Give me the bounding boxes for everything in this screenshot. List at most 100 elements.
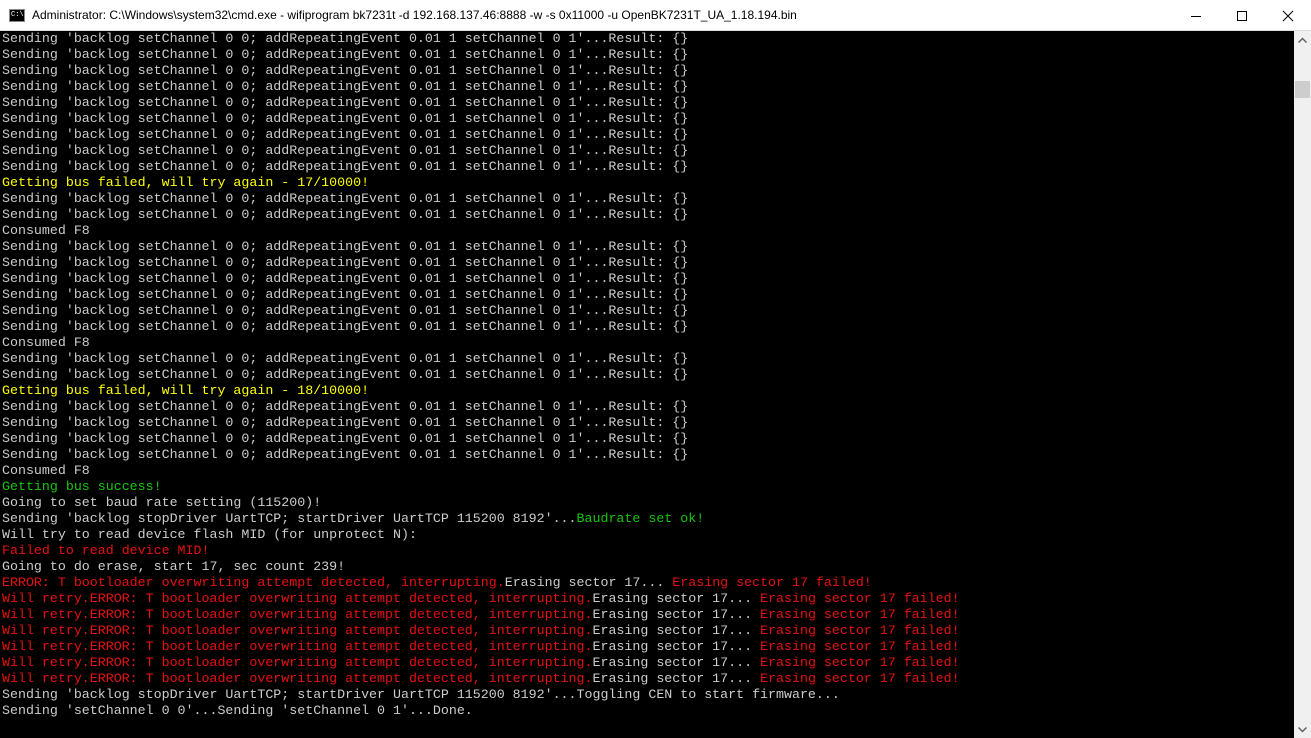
console-text-default: Sending 'backlog setChannel 0 0; addRepe…	[2, 255, 689, 270]
console-text-red: Erasing sector 17 failed!	[760, 623, 960, 638]
console-text-yellow: Getting bus failed, will try again - 18/…	[2, 383, 370, 398]
console-line: Consumed F8	[2, 463, 1294, 479]
console-text-default: Sending 'backlog setChannel 0 0; addRepe…	[2, 303, 689, 318]
console-line: Sending 'backlog setChannel 0 0; addRepe…	[2, 127, 1294, 143]
close-button[interactable]	[1265, 0, 1311, 31]
console-line: Sending 'backlog stopDriver UartTCP; sta…	[2, 511, 1294, 527]
console-text-green: Baudrate set ok!	[576, 511, 705, 526]
console-line: Sending 'backlog setChannel 0 0; addRepe…	[2, 287, 1294, 303]
console-text-default: Going to do erase, start 17, sec count 2…	[2, 559, 346, 574]
console-line: Sending 'backlog setChannel 0 0; addRepe…	[2, 239, 1294, 255]
console-line: Sending 'backlog setChannel 0 0; addRepe…	[2, 255, 1294, 271]
console-line: Sending 'backlog setChannel 0 0; addRepe…	[2, 143, 1294, 159]
console-text-default: Sending 'backlog setChannel 0 0; addRepe…	[2, 399, 689, 414]
console-line: Will retry.ERROR: T bootloader overwriti…	[2, 671, 1294, 687]
window-title: Administrator: C:\Windows\system32\cmd.e…	[32, 8, 797, 22]
console-text-default: Erasing sector 17...	[592, 607, 761, 622]
console-text-default: Sending 'setChannel 0 0'...Sending 'setC…	[2, 703, 473, 718]
console-line: Sending 'backlog setChannel 0 0; addRepe…	[2, 111, 1294, 127]
console-line: Sending 'backlog setChannel 0 0; addRepe…	[2, 399, 1294, 415]
console-line: Sending 'backlog setChannel 0 0; addRepe…	[2, 447, 1294, 463]
console-text-default: Sending 'backlog setChannel 0 0; addRepe…	[2, 447, 689, 462]
console-line: Sending 'backlog setChannel 0 0; addRepe…	[2, 79, 1294, 95]
scrollbar-thumb[interactable]	[1295, 81, 1310, 98]
console-line: Will retry.ERROR: T bootloader overwriti…	[2, 623, 1294, 639]
console-text-default: Sending 'backlog setChannel 0 0; addRepe…	[2, 287, 689, 302]
console-text-default: Sending 'backlog setChannel 0 0; addRepe…	[2, 207, 689, 222]
console-text-default: Sending 'backlog setChannel 0 0; addRepe…	[2, 79, 689, 94]
console-text-default: Sending 'backlog stopDriver UartTCP; sta…	[2, 687, 840, 702]
console-text-red: Erasing sector 17 failed!	[672, 575, 872, 590]
console-text-default: Sending 'backlog setChannel 0 0; addRepe…	[2, 415, 689, 430]
close-icon	[1282, 10, 1294, 21]
console-text-red: Erasing sector 17 failed!	[760, 639, 960, 654]
console-text-red: Will retry.ERROR: T bootloader overwriti…	[2, 623, 593, 638]
console-text-red: Will retry.ERROR: T bootloader overwriti…	[2, 639, 593, 654]
console-line: Will try to read device flash MID (for u…	[2, 527, 1294, 543]
console-text-green: Getting bus success!	[2, 479, 162, 494]
console-line: Sending 'backlog setChannel 0 0; addRepe…	[2, 303, 1294, 319]
console-text-default: Consumed F8	[2, 223, 90, 238]
console-text-default: Sending 'backlog setChannel 0 0; addRepe…	[2, 159, 689, 174]
console-text-default: Sending 'backlog setChannel 0 0; addRepe…	[2, 111, 689, 126]
console-line: Sending 'backlog setChannel 0 0; addRepe…	[2, 319, 1294, 335]
console-text-red: Failed to read device MID!	[2, 543, 210, 558]
cmd-app-icon[interactable]: C:\	[9, 9, 25, 22]
console-text-default: Sending 'backlog setChannel 0 0; addRepe…	[2, 367, 689, 382]
scroll-up-button[interactable]	[1294, 31, 1311, 48]
scroll-down-button[interactable]	[1294, 721, 1311, 738]
console-line: Getting bus failed, will try again - 18/…	[2, 383, 1294, 399]
chevron-down-icon	[1298, 726, 1307, 733]
console-text-red: Erasing sector 17 failed!	[760, 607, 960, 622]
console-text-default: Sending 'backlog stopDriver UartTCP; sta…	[2, 511, 577, 526]
console-line: Will retry.ERROR: T bootloader overwriti…	[2, 655, 1294, 671]
console-line: Sending 'backlog setChannel 0 0; addRepe…	[2, 47, 1294, 63]
title-bar[interactable]: C:\ Administrator: C:\Windows\system32\c…	[0, 0, 1311, 31]
console-line: Sending 'backlog setChannel 0 0; addRepe…	[2, 431, 1294, 447]
minimize-icon	[1191, 15, 1201, 17]
maximize-icon	[1237, 10, 1247, 21]
console-text-default: Consumed F8	[2, 463, 90, 478]
console-text-default: Sending 'backlog setChannel 0 0; addRepe…	[2, 95, 689, 110]
console-line: Sending 'backlog setChannel 0 0; addRepe…	[2, 207, 1294, 223]
console-text-red: Will retry.ERROR: T bootloader overwriti…	[2, 607, 593, 622]
console-line: Sending 'backlog setChannel 0 0; addRepe…	[2, 95, 1294, 111]
console-text-red: Erasing sector 17 failed!	[760, 591, 960, 606]
console-text-default: Sending 'backlog setChannel 0 0; addRepe…	[2, 31, 689, 46]
console-text-red: Erasing sector 17 failed!	[760, 655, 960, 670]
console-text-default: Erasing sector 17...	[592, 639, 761, 654]
console-line: Sending 'backlog stopDriver UartTCP; sta…	[2, 687, 1294, 703]
console-line: Sending 'backlog setChannel 0 0; addRepe…	[2, 31, 1294, 47]
console-text-default: Sending 'backlog setChannel 0 0; addRepe…	[2, 63, 689, 78]
console-line: Getting bus success!	[2, 479, 1294, 495]
console-text-default: Consumed F8	[2, 335, 90, 350]
console-line: Sending 'backlog setChannel 0 0; addRepe…	[2, 63, 1294, 79]
minimize-button[interactable]	[1173, 0, 1219, 31]
console-line: Sending 'backlog setChannel 0 0; addRepe…	[2, 351, 1294, 367]
maximize-button[interactable]	[1219, 0, 1265, 31]
console-line: Will retry.ERROR: T bootloader overwriti…	[2, 607, 1294, 623]
console-text-default: Erasing sector 17...	[592, 655, 761, 670]
console-output[interactable]: Sending 'backlog setChannel 0 0; addRepe…	[0, 31, 1294, 738]
console-line: Sending 'backlog setChannel 0 0; addRepe…	[2, 271, 1294, 287]
console-line: Will retry.ERROR: T bootloader overwriti…	[2, 639, 1294, 655]
console-text-default: Sending 'backlog setChannel 0 0; addRepe…	[2, 47, 689, 62]
console-line: Sending 'backlog setChannel 0 0; addRepe…	[2, 367, 1294, 383]
console-line: Consumed F8	[2, 223, 1294, 239]
console-text-default: Will try to read device flash MID (for u…	[2, 527, 417, 542]
console-text-yellow: Getting bus failed, will try again - 17/…	[2, 175, 370, 190]
console-line: ERROR: T bootloader overwriting attempt …	[2, 575, 1294, 591]
vertical-scrollbar[interactable]	[1294, 31, 1311, 738]
console-line: Sending 'setChannel 0 0'...Sending 'setC…	[2, 703, 1294, 719]
console-line: Sending 'backlog setChannel 0 0; addRepe…	[2, 415, 1294, 431]
console-line: Consumed F8	[2, 335, 1294, 351]
console-text-default: Sending 'backlog setChannel 0 0; addRepe…	[2, 271, 689, 286]
console-line: Getting bus failed, will try again - 17/…	[2, 175, 1294, 191]
console-text-default: Erasing sector 17...	[592, 671, 761, 686]
console-line: Sending 'backlog setChannel 0 0; addRepe…	[2, 159, 1294, 175]
console-line: Sending 'backlog setChannel 0 0; addRepe…	[2, 191, 1294, 207]
console-text-default: Erasing sector 17...	[504, 575, 673, 590]
console-text-red: Will retry.ERROR: T bootloader overwriti…	[2, 655, 593, 670]
console-text-default: Sending 'backlog setChannel 0 0; addRepe…	[2, 127, 689, 142]
console-text-red: Will retry.ERROR: T bootloader overwriti…	[2, 591, 593, 606]
